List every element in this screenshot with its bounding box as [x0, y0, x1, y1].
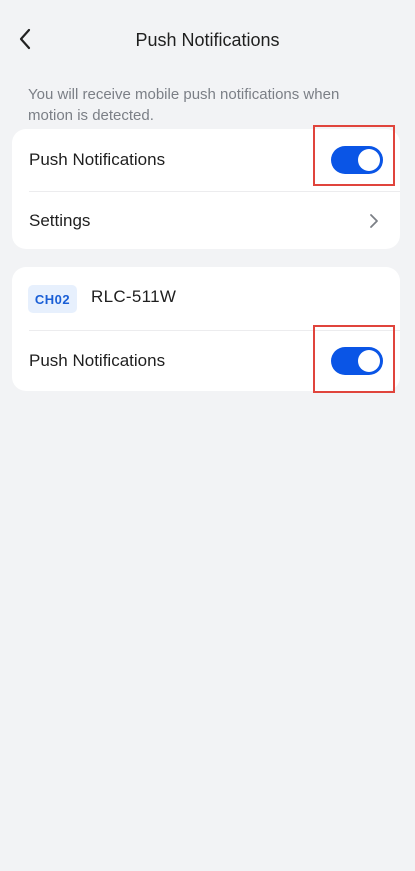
device-push-notifications-toggle[interactable]: [331, 347, 383, 375]
channel-badge: CH02: [28, 285, 77, 313]
settings-row[interactable]: Settings: [12, 192, 400, 249]
push-notifications-label: Push Notifications: [29, 150, 166, 169]
push-settings-card: Push Notifications Settings: [12, 125, 400, 249]
device-name: RLC-511W: [91, 287, 177, 306]
page-title: Push Notifications: [135, 30, 280, 50]
push-notifications-toggle[interactable]: [331, 146, 383, 174]
device-card: CH02 RLC-511W Push Notifications: [12, 267, 400, 393]
device-push-notifications-label: Push Notifications: [29, 351, 166, 370]
toggle-knob: [358, 350, 380, 372]
description-text: You will receive mobile push notificatio…: [28, 86, 340, 124]
chevron-right-icon: [370, 214, 378, 228]
header-bar: Push Notifications: [0, 0, 415, 80]
settings-label: Settings: [29, 211, 91, 230]
toggle-knob: [358, 149, 380, 171]
